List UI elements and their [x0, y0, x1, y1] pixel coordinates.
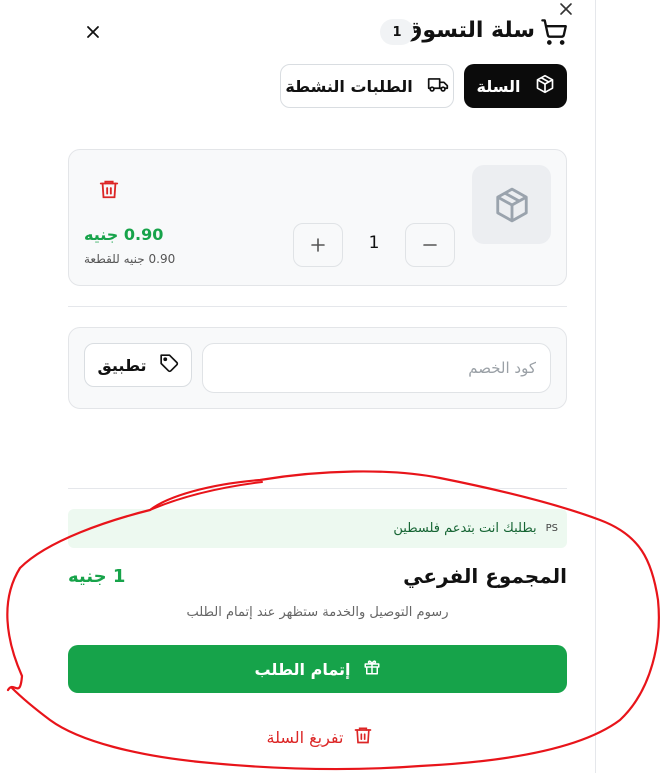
- panel-edge: [595, 0, 596, 773]
- empty-cart-label: تفريغ السلة: [266, 727, 344, 747]
- subtotal-value: 1 جنيه: [68, 566, 126, 587]
- trash-icon: [99, 180, 119, 199]
- tag-icon: [159, 353, 179, 377]
- close-icon: [87, 26, 99, 38]
- product-thumbnail: [472, 165, 551, 244]
- tab-cart-label: السلة: [476, 76, 521, 96]
- close-button[interactable]: [82, 21, 104, 43]
- subtotal-label: المجموع الفرعي: [403, 564, 567, 588]
- gift-icon: [363, 658, 381, 680]
- cart-count-badge: 1: [380, 19, 414, 45]
- divider: [68, 306, 567, 307]
- truck-icon: [427, 74, 449, 98]
- increase-quantity-button[interactable]: [293, 223, 343, 267]
- decrease-quantity-button[interactable]: [405, 223, 455, 267]
- package-icon: [495, 187, 528, 222]
- plus-icon: [311, 238, 325, 252]
- trash-icon: [353, 725, 373, 749]
- divider: [68, 488, 567, 489]
- tab-cart[interactable]: السلة: [464, 64, 567, 108]
- tab-active-orders[interactable]: الطلبات النشطة: [280, 64, 454, 108]
- coupon-code-input[interactable]: [202, 343, 551, 393]
- notice-badge: PS: [545, 523, 558, 534]
- apply-coupon-label: تطبيق: [97, 355, 147, 375]
- item-quantity: 1: [368, 233, 380, 253]
- tab-orders-label: الطلبات النشطة: [285, 76, 413, 96]
- item-total-price: 0.90 جنيه: [84, 225, 164, 244]
- notice-text: بطلبك انت بتدعم فلسطين: [393, 521, 537, 536]
- item-unit-price: 0.90 جنيه للقطعة: [84, 252, 176, 266]
- close-icon[interactable]: [557, 0, 575, 18]
- page-title: سلة التسوق: [402, 18, 535, 43]
- remove-item-button[interactable]: [98, 178, 120, 200]
- empty-cart-button[interactable]: تفريغ السلة: [260, 724, 380, 750]
- support-notice: PS بطلبك انت بتدعم فلسطين: [68, 509, 567, 548]
- package-icon: [535, 74, 555, 98]
- minus-icon: [423, 244, 437, 246]
- checkout-button[interactable]: إتمام الطلب: [68, 645, 567, 693]
- fees-note: رسوم التوصيل والخدمة ستظهر عند إتمام الط…: [186, 605, 449, 620]
- shopping-cart-icon: [540, 18, 568, 46]
- apply-coupon-button[interactable]: تطبيق: [84, 343, 192, 387]
- checkout-label: إتمام الطلب: [254, 659, 351, 679]
